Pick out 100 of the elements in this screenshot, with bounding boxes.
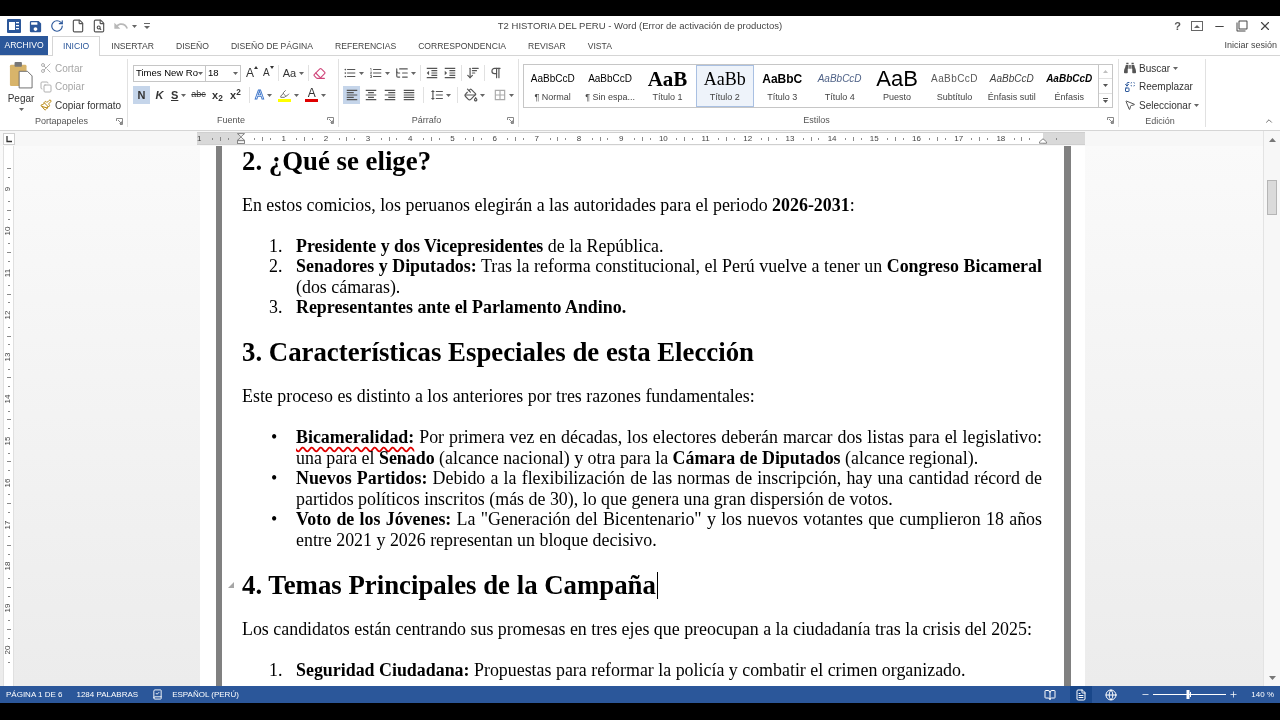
help-button[interactable]: ? <box>1174 20 1181 32</box>
scroll-down-arrow-icon[interactable] <box>1268 675 1276 680</box>
ribbon-tab[interactable]: DISEÑO <box>164 36 220 55</box>
group-label: Párrafo <box>411 113 442 127</box>
dialog-launcher-icon[interactable] <box>507 116 514 124</box>
up-caret-icon <box>1102 70 1108 74</box>
print-view-button[interactable] <box>1069 686 1092 703</box>
ribbon-tab[interactable]: INICIO <box>52 36 101 56</box>
caret-icon <box>181 93 187 97</box>
page-count[interactable]: PÁGINA 1 DE 6 <box>6 688 63 701</box>
language-indicator[interactable]: ESPAÑOL (PERÚ) <box>172 688 239 701</box>
replace-button[interactable]: Reemplazar <box>1124 77 1205 96</box>
zoom-level[interactable]: 140 % <box>1251 688 1280 701</box>
save-icon[interactable] <box>28 18 43 34</box>
group-label: Fuente <box>217 113 245 127</box>
font-color-button[interactable]: A <box>305 88 327 102</box>
print-preview-icon[interactable] <box>92 19 106 33</box>
zoom-in-icon[interactable] <box>1229 690 1239 699</box>
find-button[interactable]: Buscar <box>1124 59 1205 78</box>
ribbon-display-options-icon[interactable] <box>1191 21 1203 31</box>
pilcrow-icon[interactable] <box>489 66 503 80</box>
list-bullet: • <box>271 509 279 532</box>
ruler-number: 8 <box>575 134 583 143</box>
indent-marker-icon[interactable] <box>237 133 246 144</box>
style-tile[interactable]: AaBbCcD ¶ Sin espa... <box>581 65 639 107</box>
superscript-button[interactable]: x$^{2}$ <box>226 86 244 104</box>
align-left-button[interactable] <box>343 86 360 104</box>
ruler-number: 17 <box>953 134 965 143</box>
italic-button[interactable]: K <box>151 86 168 104</box>
restore-icon[interactable] <box>1236 20 1248 32</box>
down-caret-icon <box>1102 84 1108 88</box>
dialog-launcher-icon[interactable] <box>327 116 334 124</box>
bold-button[interactable]: N <box>133 86 150 104</box>
ruler-number: 9 <box>617 134 625 143</box>
ruler-number: 16 <box>911 134 922 143</box>
style-tile[interactable]: AaB Título 1 <box>638 65 697 107</box>
paint-bucket-icon <box>464 88 478 102</box>
chevron-up-icon[interactable] <box>1264 116 1274 126</box>
subscript-button[interactable]: x$_{2}$ <box>208 86 226 104</box>
grow-font-button[interactable]: A <box>246 66 258 80</box>
ribbon-tab[interactable]: CORRESPONDENCIA <box>407 36 517 55</box>
binoculars-icon <box>1124 62 1136 75</box>
tab-stop-selector-icon[interactable] <box>3 133 15 145</box>
sort-icon[interactable] <box>466 66 480 80</box>
style-tile[interactable]: AaB Puesto <box>868 65 926 107</box>
caret-icon <box>1194 103 1200 107</box>
close-icon[interactable] <box>1258 19 1272 33</box>
dialog-launcher-icon[interactable] <box>116 117 123 125</box>
dialog-launcher-icon[interactable] <box>1107 116 1114 124</box>
style-tile[interactable]: AaBbCcD Subtítulo <box>925 65 984 107</box>
right-indent-marker-icon[interactable] <box>1039 138 1048 144</box>
file-tab[interactable]: ARCHIVO <box>0 36 48 55</box>
change-case-button[interactable]: Aa <box>282 64 305 82</box>
zoom-slider-track[interactable] <box>1153 690 1227 699</box>
redo-icon[interactable] <box>50 19 64 33</box>
highlight-button[interactable] <box>278 88 300 102</box>
select-button[interactable]: Seleccionar <box>1124 96 1205 115</box>
book-check-icon[interactable] <box>152 689 164 700</box>
eraser-icon[interactable] <box>313 66 327 80</box>
style-tile[interactable]: AaBbC Título 3 <box>753 65 811 107</box>
customize-toolbar-icon[interactable] <box>144 23 150 29</box>
indent-icon[interactable] <box>443 66 457 80</box>
color-swatch-icon <box>305 99 319 102</box>
underline-button[interactable]: S <box>169 86 189 104</box>
ribbon-tab[interactable]: REVISAR <box>517 36 577 55</box>
ribbon-tab[interactable]: VISTA <box>576 36 623 55</box>
font-size-combobox[interactable]: 18 <box>206 64 241 82</box>
style-tile[interactable]: AaBbCcD Énfasis sutil <box>983 65 1041 107</box>
style-tile[interactable]: AaBbCcD Énfasis <box>1040 65 1098 107</box>
style-tile[interactable]: AaBb Título 2 <box>696 65 754 107</box>
multilevel-list-button[interactable] <box>395 66 416 80</box>
shrink-font-button[interactable]: A <box>263 66 274 80</box>
word-count[interactable]: 1284 PALABRAS <box>76 688 139 701</box>
line-spacing-button[interactable] <box>430 88 451 102</box>
borders-button[interactable] <box>493 88 514 102</box>
numbering-button[interactable] <box>369 66 390 80</box>
outdent-icon[interactable] <box>425 66 439 80</box>
strikethrough-button[interactable]: abc <box>189 86 208 104</box>
list-item-text: Seguridad Ciudadana: Propuestas para reformar la policía y combatir el crimen organizado. <box>296 659 967 681</box>
ribbon-tab[interactable]: REFERENCIAS <box>324 36 408 55</box>
paste-button[interactable]: Pegar <box>4 59 38 115</box>
scroll-up-arrow-icon[interactable] <box>1268 137 1276 142</box>
ruler-number: 14 <box>4 394 13 404</box>
bullets-button[interactable] <box>343 66 364 80</box>
zoom-slider-thumb[interactable] <box>1186 690 1190 699</box>
font-name-combobox[interactable]: Times New Ro <box>133 64 206 82</box>
new-document-icon[interactable] <box>71 19 85 33</box>
ruler-number: 15 <box>4 436 13 446</box>
sign-in-link[interactable]: Iniciar sesión <box>1224 38 1280 53</box>
ribbon-tab[interactable]: INSERTAR <box>100 36 165 55</box>
format-painter-button[interactable]: Copiar formato <box>40 96 122 115</box>
up-caret-icon <box>254 66 258 69</box>
ribbon-tab[interactable]: DISEÑO DE PÁGINA <box>219 36 325 55</box>
shading-button[interactable] <box>464 88 485 102</box>
app-icon[interactable] <box>7 19 21 33</box>
ruler-number: 17 <box>4 520 13 530</box>
caret-icon <box>267 93 273 97</box>
style-tile[interactable]: AaBbCcD ¶ Normal <box>524 65 582 107</box>
style-tile[interactable]: AaBbCcD Título 4 <box>810 65 869 107</box>
scrollbar-thumb[interactable] <box>1267 180 1277 215</box>
